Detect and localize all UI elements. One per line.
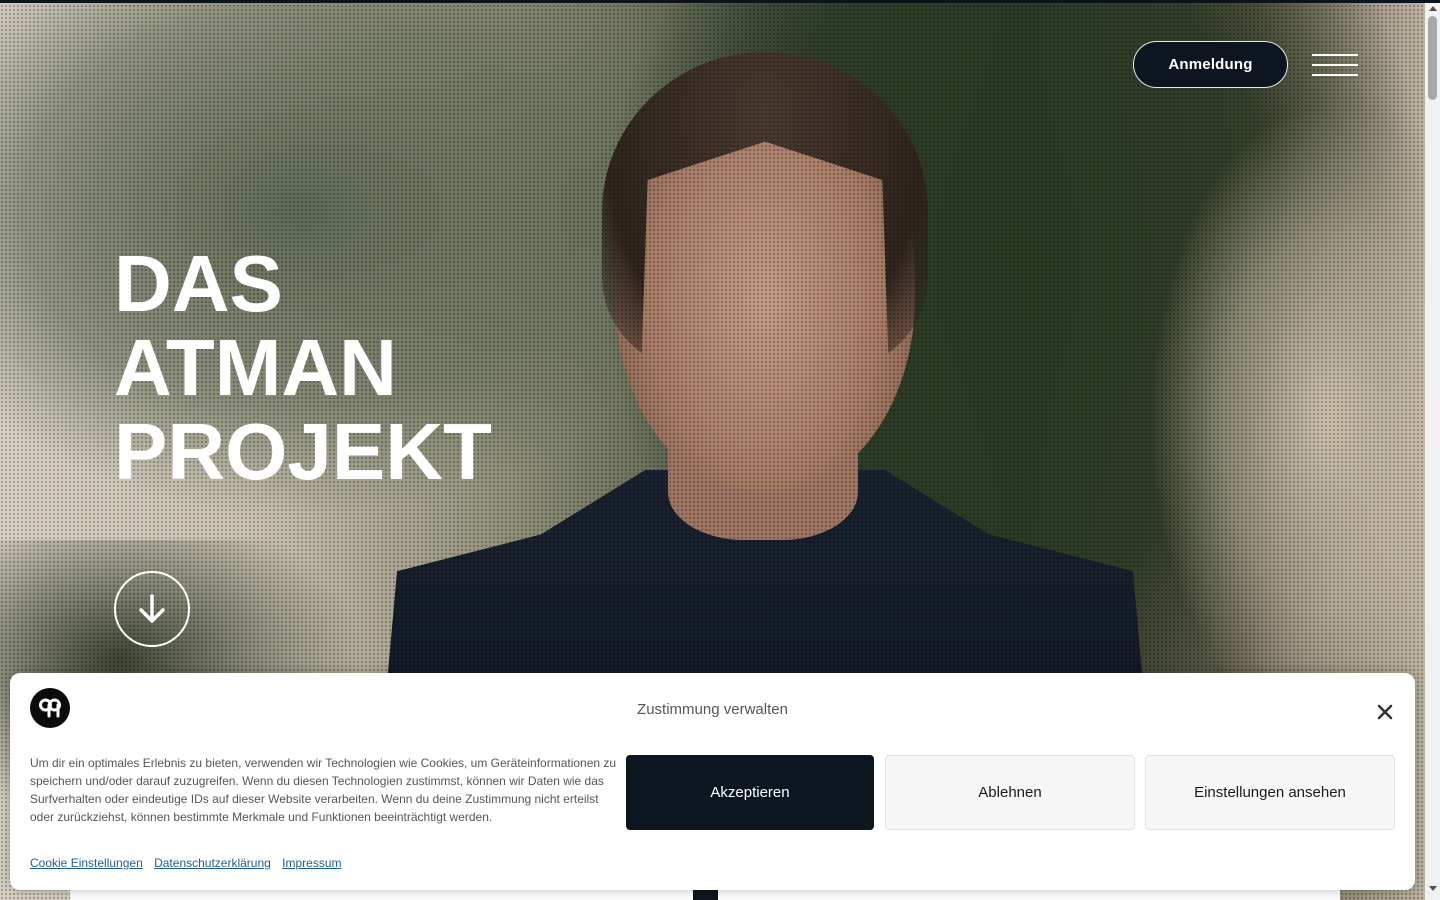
scroll-down-button[interactable] xyxy=(114,571,190,647)
arrow-down-icon xyxy=(139,594,165,623)
scroll-up-arrow-icon[interactable] xyxy=(1429,6,1437,11)
menu-line xyxy=(1312,74,1358,76)
accept-cookies-button[interactable]: Akzeptieren xyxy=(626,755,874,830)
imprint-link[interactable]: Impressum xyxy=(282,856,341,870)
cookie-banner-links: Cookie Einstellungen Datenschutzerklärun… xyxy=(30,856,350,870)
menu-line xyxy=(1312,54,1358,56)
page-scrollbar[interactable] xyxy=(1425,0,1440,900)
login-button[interactable]: Anmeldung xyxy=(1133,41,1288,88)
cookie-consent-banner: Zustimmung verwalten Um dir ein optimale… xyxy=(10,673,1415,890)
hero-title-line-2: ATMAN xyxy=(114,323,397,412)
hero-title-line-3: PROJEKT xyxy=(114,407,492,496)
menu-line xyxy=(1312,64,1358,66)
close-icon[interactable] xyxy=(1374,701,1396,723)
view-preferences-button[interactable]: Einstellungen ansehen xyxy=(1145,755,1395,830)
deny-cookies-button[interactable]: Ablehnen xyxy=(885,755,1135,830)
hero-title: DAS ATMAN PROJEKT xyxy=(114,242,492,494)
hamburger-menu-icon[interactable] xyxy=(1312,52,1358,78)
hero-title-line-1: DAS xyxy=(114,239,283,328)
cookie-banner-title: Zustimmung verwalten xyxy=(637,701,788,718)
cookie-banner-message: Um dir ein optimales Erlebnis zu bieten,… xyxy=(30,756,617,824)
cookie-settings-link[interactable]: Cookie Einstellungen xyxy=(30,856,143,870)
scroll-down-arrow-icon[interactable] xyxy=(1429,886,1437,891)
scrollbar-thumb[interactable] xyxy=(1428,16,1437,100)
privacy-policy-link[interactable]: Datenschutzerklärung xyxy=(154,856,271,870)
top-border-line xyxy=(0,0,1440,3)
